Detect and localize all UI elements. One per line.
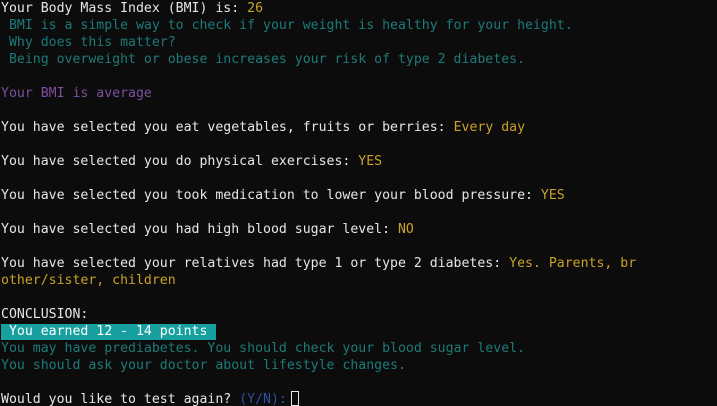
selection-answer-wrap: other/sister, children <box>1 273 176 288</box>
selection-text: You have selected you eat vegetables, fr… <box>1 120 454 135</box>
selection-exercise: You have selected you do physical exerci… <box>1 153 717 170</box>
selection-blood-sugar: You have selected you had high blood sug… <box>1 221 717 238</box>
points-line: You earned 12 - 14 points <box>1 323 717 340</box>
selection-text: You have selected your relatives had typ… <box>1 256 510 271</box>
advice-line-2: You should ask your doctor about lifesty… <box>1 358 406 373</box>
selection-relatives: You have selected your relatives had typ… <box>1 255 717 272</box>
points-badge: You earned 12 - 14 points <box>1 324 217 340</box>
selection-answer: YES <box>540 188 565 203</box>
advice-line-1: You may have prediabetes. You should che… <box>1 341 526 356</box>
selection-answer: Every day <box>453 120 526 135</box>
bmi-verdict: Your BMI is average <box>1 86 152 101</box>
prompt-options: (Y/N): <box>239 392 287 406</box>
restart-prompt: Would you like to test again? (Y/N): <box>1 391 717 406</box>
bmi-info-line-1: BMI is a simple way to check if your wei… <box>1 18 573 33</box>
selection-answer: NO <box>397 222 414 237</box>
selection-answer: Yes. Parents, br <box>509 256 637 271</box>
selection-answer: YES <box>358 154 383 169</box>
selection-medication: You have selected you took medication to… <box>1 187 717 204</box>
input-cursor[interactable] <box>290 391 299 406</box>
bmi-label: Your Body Mass Index (BMI) is: <box>1 1 248 16</box>
bmi-info-line-3: Being overweight or obese increases your… <box>1 52 526 67</box>
bmi-result-line: Your Body Mass Index (BMI) is: 26 <box>1 0 717 17</box>
conclusion-heading: CONCLUSION: <box>1 307 89 322</box>
prompt-question: Would you like to test again? <box>1 392 240 406</box>
selection-text: You have selected you had high blood sug… <box>1 222 398 237</box>
terminal-window: Your Body Mass Index (BMI) is: 26 BMI is… <box>0 0 717 406</box>
bmi-info-line-2: Why does this matter? <box>1 35 176 50</box>
selection-text: You have selected you do physical exerci… <box>1 154 359 169</box>
selection-text: You have selected you took medication to… <box>1 188 541 203</box>
selection-vegetables: You have selected you eat vegetables, fr… <box>1 119 717 136</box>
bmi-value: 26 <box>247 1 264 16</box>
